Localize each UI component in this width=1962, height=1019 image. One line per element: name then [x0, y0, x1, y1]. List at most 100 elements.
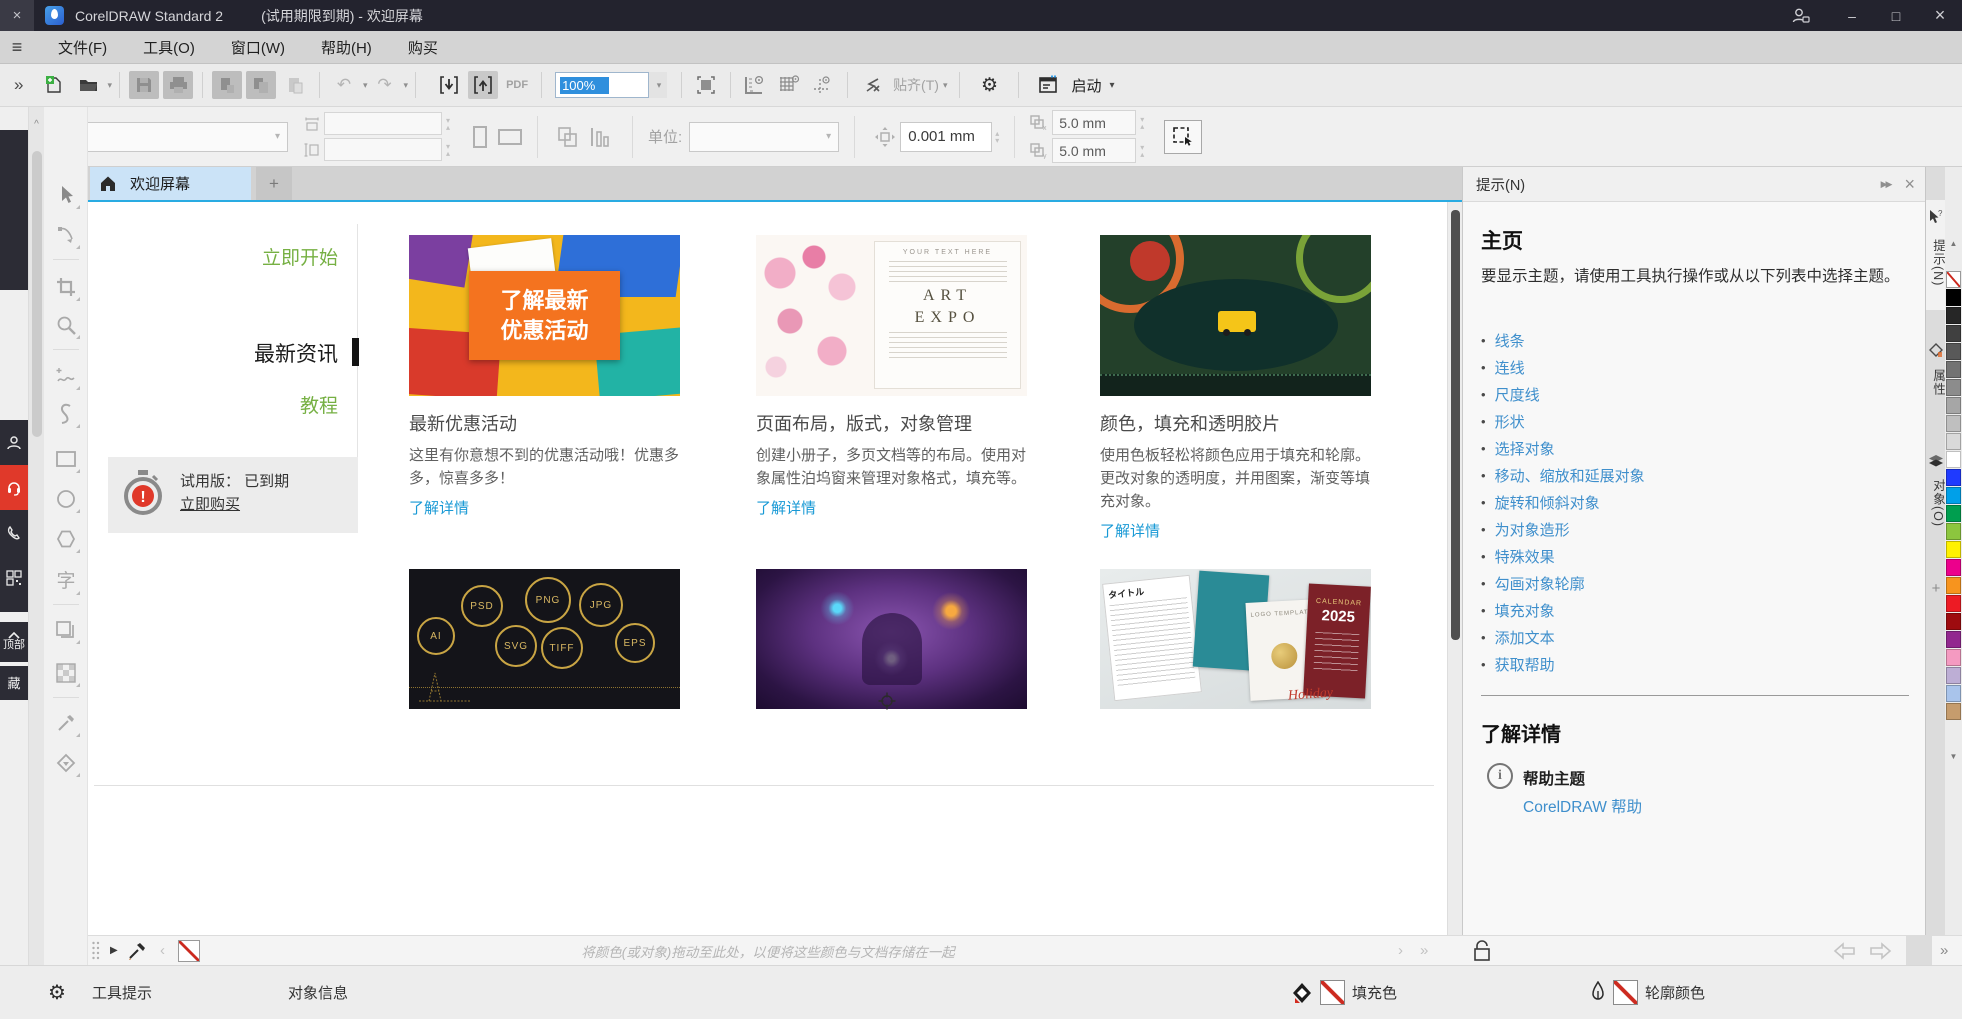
- undo-dropdown[interactable]: ▾: [363, 80, 368, 91]
- landscape-button[interactable]: [498, 126, 522, 148]
- redo-dropdown[interactable]: ▾: [404, 80, 409, 91]
- show-guidelines-button[interactable]: [808, 71, 838, 99]
- page-width-spinner[interactable]: ▾▴: [446, 117, 450, 131]
- scrollbar-thumb[interactable]: [1451, 210, 1460, 640]
- color-swatch[interactable]: [1946, 271, 1961, 288]
- nav-latest-news[interactable]: 最新资讯: [178, 338, 338, 368]
- minimize-button[interactable]: –: [1830, 0, 1874, 31]
- contact-service-button[interactable]: [0, 465, 28, 510]
- export-button[interactable]: [468, 71, 498, 99]
- current-page-button[interactable]: [589, 126, 613, 148]
- cut-button[interactable]: [212, 71, 242, 99]
- hint-topic-link[interactable]: 添加文本: [1495, 627, 1555, 648]
- units-combo[interactable]: ▾: [689, 122, 839, 152]
- color-swatch[interactable]: [1946, 433, 1961, 450]
- hamburger-menu-button[interactable]: ≡: [0, 37, 34, 58]
- templates-card-image[interactable]: タイトル LOGO TEMPLATE CALENDAR 2025 Holiday: [1100, 569, 1371, 709]
- hint-topic-link[interactable]: 勾画对象轮廓: [1495, 573, 1585, 594]
- color-swatch[interactable]: [1946, 577, 1961, 594]
- palette-eyedropper-button[interactable]: [128, 936, 146, 965]
- news-card-promo[interactable]: 了解最新 优惠活动 最新优惠活动 这里有你意想不到的优惠活动哦！优惠多多，惊喜多…: [409, 235, 680, 518]
- color-swatch[interactable]: [1946, 595, 1961, 612]
- contact-person-button[interactable]: [0, 420, 28, 465]
- outline-color-status[interactable]: 轮廓颜色: [1590, 966, 1705, 1019]
- palette-more-button[interactable]: »: [1420, 936, 1426, 965]
- redo-button[interactable]: ↷: [370, 71, 400, 99]
- copy-button[interactable]: [246, 71, 276, 99]
- news-card-templates[interactable]: タイトル LOGO TEMPLATE CALENDAR 2025 Holiday: [1100, 569, 1371, 709]
- canvas-scrollbar[interactable]: [1447, 202, 1462, 935]
- options-button[interactable]: ⚙: [974, 71, 1004, 99]
- hint-topic-link[interactable]: 连线: [1495, 357, 1525, 378]
- open-dropdown[interactable]: ▾: [107, 80, 112, 91]
- navigate-forward-button[interactable]: [1868, 936, 1892, 965]
- promo-card-image[interactable]: 了解最新 优惠活动: [409, 235, 680, 396]
- contact-phone-button[interactable]: [0, 510, 28, 555]
- palette-flyout-button[interactable]: ▶: [110, 936, 118, 965]
- tab-welcome-screen[interactable]: 欢迎屏幕: [90, 167, 251, 200]
- import-button[interactable]: [434, 71, 464, 99]
- color-swatch[interactable]: [1946, 559, 1961, 576]
- hint-topic-link[interactable]: 选择对象: [1495, 438, 1555, 459]
- new-tab-button[interactable]: +: [256, 167, 292, 200]
- illustration-card-image[interactable]: [756, 569, 1027, 709]
- back-to-top-button[interactable]: 顶部: [0, 622, 28, 662]
- save-button[interactable]: [129, 71, 159, 99]
- transparency-tool[interactable]: [51, 658, 81, 688]
- fullscreen-preview-button[interactable]: [691, 71, 721, 99]
- color-swatch[interactable]: [1946, 469, 1961, 486]
- zoom-level-combo[interactable]: 100%: [555, 72, 649, 98]
- treat-as-filled-button[interactable]: [1164, 120, 1202, 154]
- color-swatch[interactable]: [1946, 379, 1961, 396]
- news-card-formats[interactable]: AI PSD SVG PNG TIFF JPG EPS: [409, 569, 680, 709]
- freehand-tool[interactable]: [51, 361, 81, 391]
- hint-topic-link[interactable]: 线条: [1495, 330, 1525, 351]
- color-swatch[interactable]: [1946, 397, 1961, 414]
- pick-tool[interactable]: [51, 180, 81, 210]
- docker-collapse-button[interactable]: ▶▶: [1881, 179, 1891, 190]
- palette-scroll-up[interactable]: ▲: [1945, 239, 1962, 248]
- docker-close-button[interactable]: ×: [1904, 175, 1915, 193]
- color-card-image[interactable]: [1100, 235, 1371, 396]
- hint-topic-link[interactable]: 特殊效果: [1495, 546, 1555, 567]
- open-button[interactable]: [73, 71, 103, 99]
- rectangle-tool[interactable]: [51, 444, 81, 474]
- color-swatch[interactable]: [1946, 325, 1961, 342]
- zoom-level-dropdown[interactable]: ▾: [649, 72, 667, 98]
- snap-to-label[interactable]: 贴齐(T): [893, 75, 939, 95]
- page-height-input[interactable]: [324, 138, 442, 161]
- hint-topic-link[interactable]: 形状: [1495, 411, 1525, 432]
- nav-get-started[interactable]: 立即开始: [178, 243, 338, 270]
- launch-dropdown[interactable]: ▾: [1110, 80, 1115, 91]
- nav-tutorials[interactable]: 教程: [178, 391, 338, 418]
- scrollbar-thumb[interactable]: [32, 151, 42, 437]
- interactive-fill-tool[interactable]: [51, 748, 81, 778]
- snap-dropdown[interactable]: ▾: [943, 80, 948, 91]
- color-swatch[interactable]: [1946, 631, 1961, 648]
- hint-topic-link[interactable]: 获取帮助: [1495, 654, 1555, 675]
- publish-pdf-button[interactable]: PDF: [502, 71, 532, 99]
- new-document-button[interactable]: [39, 71, 69, 99]
- launch-button[interactable]: [1033, 71, 1063, 99]
- duplicate-x-spinner[interactable]: ▾▴: [1140, 116, 1144, 130]
- scroll-up-icon[interactable]: ^: [29, 119, 44, 130]
- palette-scroll-right[interactable]: ›: [1398, 936, 1403, 965]
- contact-qr-button[interactable]: [0, 555, 28, 600]
- show-grid-button[interactable]: [774, 71, 804, 99]
- snap-off-button[interactable]: [857, 71, 887, 99]
- show-rulers-button[interactable]: [740, 71, 770, 99]
- layout-card-image[interactable]: YOUR TEXT HERE ART EXPO: [756, 235, 1027, 396]
- color-swatch[interactable]: [1946, 703, 1961, 720]
- pen-tool[interactable]: [51, 399, 81, 429]
- learn-more-link[interactable]: 了解详情: [756, 497, 816, 518]
- document-none-swatch[interactable]: [178, 936, 200, 965]
- nudge-spinner[interactable]: ▴▾: [995, 130, 999, 144]
- zoom-tool[interactable]: [51, 310, 81, 340]
- paste-button[interactable]: [280, 71, 310, 99]
- hint-topic-link[interactable]: 为对象造形: [1495, 519, 1570, 540]
- color-swatch[interactable]: [1946, 415, 1961, 432]
- close-button[interactable]: ×: [1918, 0, 1962, 31]
- shape-tool[interactable]: [51, 220, 81, 250]
- nudge-offset-input[interactable]: 0.001 mm: [900, 122, 992, 152]
- page-height-spinner[interactable]: ▾▴: [446, 143, 450, 157]
